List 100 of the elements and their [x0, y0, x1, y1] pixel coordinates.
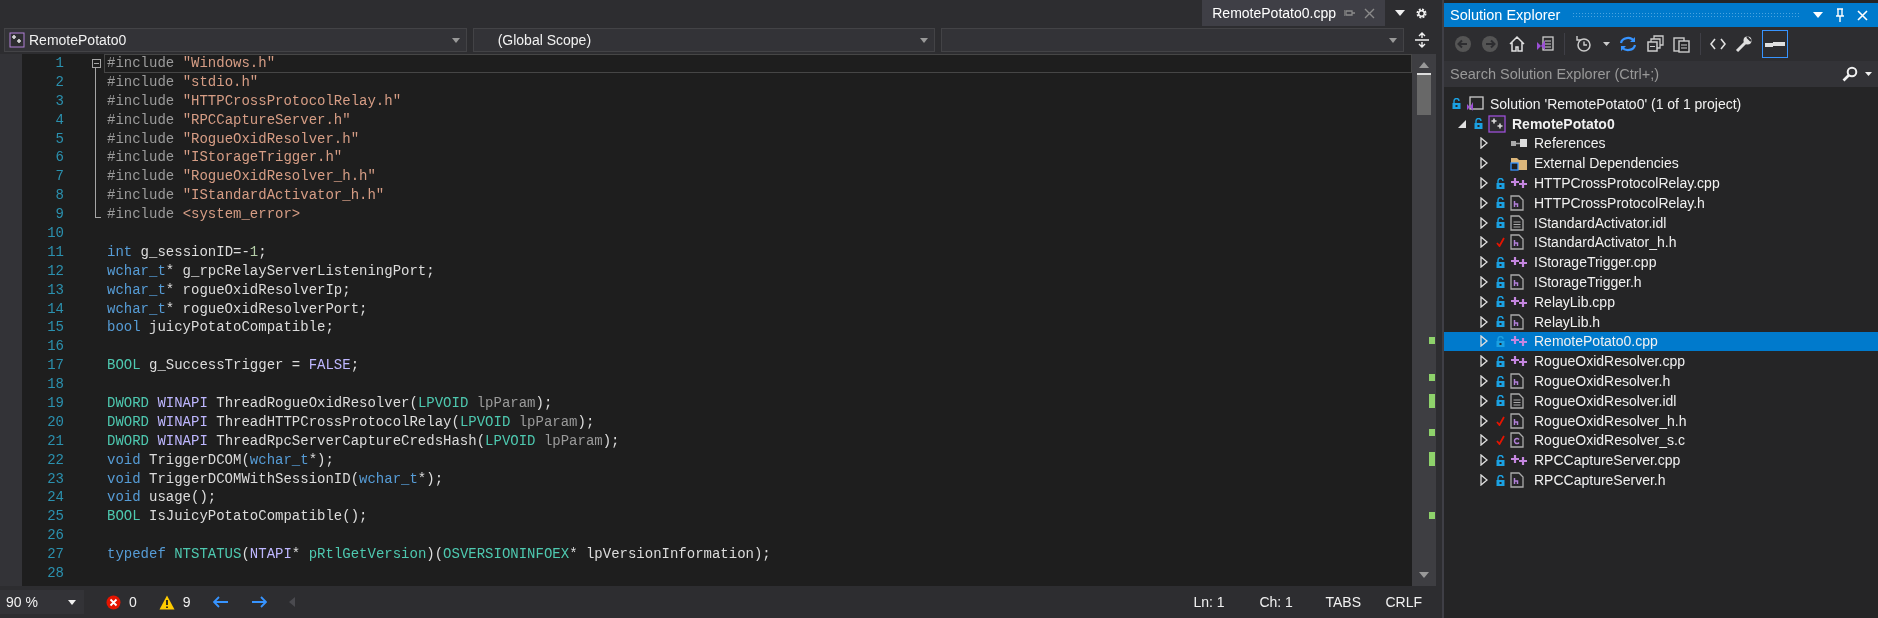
expanded-arrow-icon[interactable]: [1458, 119, 1466, 128]
switch-views-icon[interactable]: [1535, 35, 1555, 53]
sync-icon[interactable]: [1619, 35, 1637, 53]
collapsed-arrow-icon[interactable]: [1480, 394, 1488, 407]
tree-item[interactable]: HTTPCrossProtocolRelay.cpp: [1444, 173, 1878, 193]
line-number: 22: [46, 450, 64, 470]
cpp-file-icon: [1510, 295, 1528, 308]
preview-toggle[interactable]: [1762, 30, 1788, 58]
collapsed-arrow-icon[interactable]: [1480, 414, 1488, 427]
scope-dropdown[interactable]: (Global Scope): [472, 28, 936, 52]
tree-item[interactable]: External Dependencies: [1444, 153, 1878, 174]
pin-icon[interactable]: [1835, 8, 1845, 22]
tree-item[interactable]: RogueOxidResolver.idl: [1444, 390, 1878, 411]
settings-icon[interactable]: [1415, 6, 1428, 20]
tree-item[interactable]: RPCCaptureServer.cpp: [1444, 450, 1878, 471]
pin-icon[interactable]: [1344, 7, 1356, 19]
column-indicator: Ch: 1: [1259, 594, 1294, 610]
code-line: #include "RogueOxidResolver.h": [107, 130, 360, 147]
document-tab[interactable]: RemotePotato0.cpp: [1202, 0, 1385, 26]
collapsed-arrow-icon[interactable]: [1480, 434, 1488, 447]
tree-item[interactable]: IStandardActivator.idl: [1444, 212, 1878, 233]
collapsed-arrow-icon[interactable]: [1480, 236, 1488, 249]
close-icon[interactable]: [1364, 7, 1375, 19]
dropdown-caret-icon[interactable]: [1865, 72, 1872, 76]
collapsed-arrow-icon[interactable]: [1480, 355, 1488, 368]
line-number: 10: [46, 224, 64, 243]
split-window-icon[interactable]: [1414, 32, 1430, 48]
properties-icon[interactable]: [1673, 35, 1691, 53]
line-number: 24: [46, 488, 64, 508]
wrench-icon[interactable]: [1735, 35, 1753, 53]
text-file-icon: [1510, 392, 1524, 409]
code-icon[interactable]: [1710, 37, 1726, 51]
collapsed-arrow-icon[interactable]: [1480, 276, 1488, 289]
code-line: #include "stdio.h": [107, 73, 259, 90]
scroll-up-icon[interactable]: [1419, 62, 1429, 68]
tree-item[interactable]: HTTPCrossProtocolRelay.h: [1444, 193, 1878, 213]
collapsed-arrow-icon[interactable]: [1480, 137, 1488, 150]
search-icon[interactable]: [1842, 66, 1858, 82]
vertical-scrollbar[interactable]: [1412, 54, 1436, 586]
back-arrow-icon[interactable]: [212, 596, 229, 608]
collapsed-arrow-icon[interactable]: [1480, 216, 1488, 229]
tree-item[interactable]: RogueOxidResolver.h: [1444, 371, 1878, 391]
dropdown-caret-icon[interactable]: [1603, 42, 1610, 46]
tree-item[interactable]: IStorageTrigger.h: [1444, 272, 1878, 292]
tree-item[interactable]: IStorageTrigger.cpp: [1444, 252, 1878, 273]
collapsed-arrow-icon[interactable]: [1480, 474, 1488, 487]
panel-title: Solution Explorer: [1450, 7, 1561, 23]
tree-item[interactable]: RogueOxidResolver_h.h: [1444, 410, 1878, 431]
solution-icon: [1466, 95, 1484, 112]
collapsed-arrow-icon[interactable]: [1480, 157, 1488, 170]
collapse-all-icon[interactable]: [1646, 35, 1664, 53]
collapsed-arrow-icon[interactable]: [1480, 295, 1488, 308]
tree-item[interactable]: RemotePotato0: [1444, 113, 1878, 134]
scroll-down-icon[interactable]: [1419, 572, 1429, 578]
history-icon[interactable]: [1574, 35, 1594, 53]
collapsed-arrow-icon[interactable]: [1480, 315, 1488, 328]
dropdown-caret-icon[interactable]: [68, 599, 76, 605]
references-icon: [1510, 138, 1528, 149]
line-ending[interactable]: CRLF: [1385, 594, 1436, 610]
indent-mode[interactable]: TABS: [1325, 594, 1386, 610]
error-count[interactable]: 0: [106, 594, 137, 610]
dropdown-caret-icon[interactable]: [1395, 10, 1405, 16]
tree-item[interactable]: Solution 'RemotePotato0' (1 of 1 project): [1444, 94, 1878, 114]
tree-item[interactable]: RogueOxidResolver.cpp: [1444, 351, 1878, 372]
code-line: wchar_t* rogueOxidResolverIp;: [107, 281, 351, 298]
home-icon[interactable]: [1508, 35, 1526, 53]
tree-item[interactable]: RogueOxidResolver_s.c: [1444, 430, 1878, 451]
line-number: 17: [46, 356, 64, 376]
header-file-icon: [1510, 412, 1524, 429]
line-number: 8: [54, 186, 64, 206]
project-dropdown[interactable]: RemotePotato0: [4, 28, 467, 52]
header-file-icon: [1510, 194, 1524, 211]
line-number: 1: [54, 54, 64, 73]
code-line: void TriggerDCOM(wchar_t*);: [107, 451, 334, 468]
folder-icon: [1510, 155, 1528, 172]
collapsed-arrow-icon[interactable]: [1480, 375, 1488, 388]
collapsed-arrow-icon[interactable]: [1480, 196, 1488, 209]
cpp-file-icon: [1510, 177, 1528, 190]
tree-item[interactable]: RelayLib.h: [1444, 311, 1878, 332]
code-line: void TriggerDCOMWithSessionID(wchar_t*);: [107, 470, 444, 487]
scrollbar-thumb[interactable]: [1417, 73, 1431, 115]
tree-item[interactable]: RemotePotato0.cpp: [1444, 331, 1878, 352]
code-line: bool juicyPotatoCompatible;: [107, 319, 334, 336]
change-marker: [1429, 512, 1435, 519]
warning-count[interactable]: 9: [158, 594, 191, 610]
collapsed-arrow-icon[interactable]: [1480, 454, 1488, 467]
tree-item[interactable]: RelayLib.cpp: [1444, 291, 1878, 312]
tree-item[interactable]: RPCCaptureServer.h: [1444, 470, 1878, 490]
line-number: 14: [46, 299, 64, 319]
tree-item[interactable]: IStandardActivator_h.h: [1444, 232, 1878, 253]
line-number: 13: [46, 280, 64, 300]
forward-arrow-icon[interactable]: [250, 596, 267, 608]
search-field[interactable]: Search Solution Explorer (Ctrl+;): [1444, 61, 1878, 87]
code-line: wchar_t* g_rpcRelayServerListeningPort;: [107, 262, 435, 279]
tree-item[interactable]: References: [1444, 133, 1878, 154]
collapse-icon[interactable]: [91, 58, 101, 68]
collapsed-arrow-icon[interactable]: [1480, 256, 1488, 269]
collapsed-arrow-icon[interactable]: [1480, 177, 1488, 190]
code-line: #include "RPCCaptureServer.h": [107, 111, 351, 128]
zoom-dropdown[interactable]: 90 %: [0, 590, 84, 614]
